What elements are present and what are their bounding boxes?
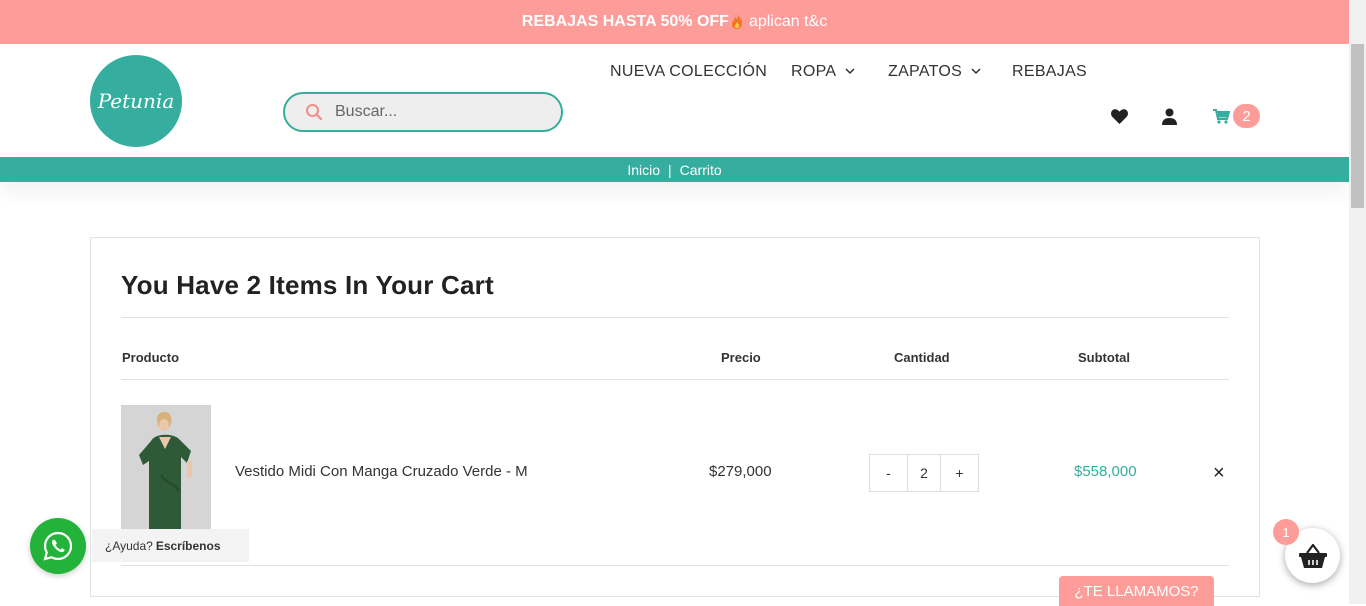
remove-item-button[interactable]: × <box>1213 463 1225 483</box>
nav-label: REBAJAS <box>1012 63 1088 80</box>
product-subtotal: $558,000 <box>1074 463 1137 480</box>
fire-icon <box>731 12 743 32</box>
quantity-stepper: - 2 + <box>869 454 979 492</box>
product-price: $279,000 <box>709 463 772 480</box>
whatsapp-action: Escríbenos <box>155 538 221 553</box>
whatsapp-label[interactable]: ¿Ayuda? Escríbenos <box>92 529 249 562</box>
nav-label: NUEVA COLECCIÓN <box>610 63 768 80</box>
chevron-down-icon <box>971 67 981 78</box>
search-icon <box>306 104 323 121</box>
column-header-product: Producto <box>122 350 180 365</box>
heart-icon[interactable] <box>1109 107 1129 125</box>
nav-label: ROPA <box>791 63 837 80</box>
quantity-input[interactable]: 2 <box>907 455 941 491</box>
nav-label: ZAPATOS <box>888 63 963 80</box>
user-icon[interactable] <box>1160 106 1178 126</box>
divider <box>121 565 1229 566</box>
promo-bold-text: REBAJAS HASTA 50% OFF <box>521 13 729 30</box>
promo-terms-text: aplican t&c <box>748 13 828 30</box>
breadcrumb-home[interactable]: Inicio <box>627 162 660 178</box>
call-me-button[interactable]: ¿TE LLAMAMOS? <box>1059 576 1214 606</box>
chevron-down-icon <box>845 67 855 78</box>
divider <box>121 317 1229 318</box>
search-input[interactable] <box>335 103 535 121</box>
whatsapp-button[interactable] <box>30 518 86 574</box>
cart-title: You Have 2 Items In Your Cart <box>121 270 494 300</box>
whatsapp-prefix: ¿Ayuda? <box>105 538 153 553</box>
search-box <box>283 92 563 132</box>
product-image[interactable] <box>121 405 211 530</box>
breadcrumb-current: Carrito <box>679 161 722 178</box>
scrollbar-thumb[interactable] <box>1351 44 1364 208</box>
basket-icon <box>1298 543 1327 568</box>
cart-icon[interactable] <box>1211 107 1231 125</box>
petunia-logo[interactable]: Petunia <box>90 55 182 147</box>
nav-item-rebajas[interactable]: REBAJAS <box>1012 60 1087 84</box>
breadcrumb: Inicio | Carrito <box>0 157 1349 182</box>
page-scrollbar[interactable] <box>1349 0 1366 604</box>
cart-count-badge[interactable]: 2 <box>1233 104 1260 128</box>
column-header-price: Precio <box>721 350 761 365</box>
basket-count-badge: 1 <box>1273 519 1299 545</box>
column-header-quantity: Cantidad <box>894 350 950 365</box>
whatsapp-icon <box>43 531 73 561</box>
breadcrumb-separator: | <box>668 161 672 178</box>
divider <box>121 379 1229 380</box>
nav-item-zapatos[interactable]: ZAPATOS <box>888 60 981 84</box>
logo-text: Petunia <box>97 89 175 113</box>
promo-banner: REBAJAS HASTA 50% OFF aplican t&c <box>0 0 1349 44</box>
column-header-subtotal: Subtotal <box>1078 350 1130 365</box>
quantity-increase-button[interactable]: + <box>941 455 978 491</box>
product-name[interactable]: Vestido Midi Con Manga Cruzado Verde - M <box>235 463 528 480</box>
quantity-decrease-button[interactable]: - <box>870 455 907 491</box>
nav-item-ropa[interactable]: ROPA <box>791 60 855 84</box>
nav-item-nueva-coleccion[interactable]: NUEVA COLECCIÓN <box>610 60 767 84</box>
